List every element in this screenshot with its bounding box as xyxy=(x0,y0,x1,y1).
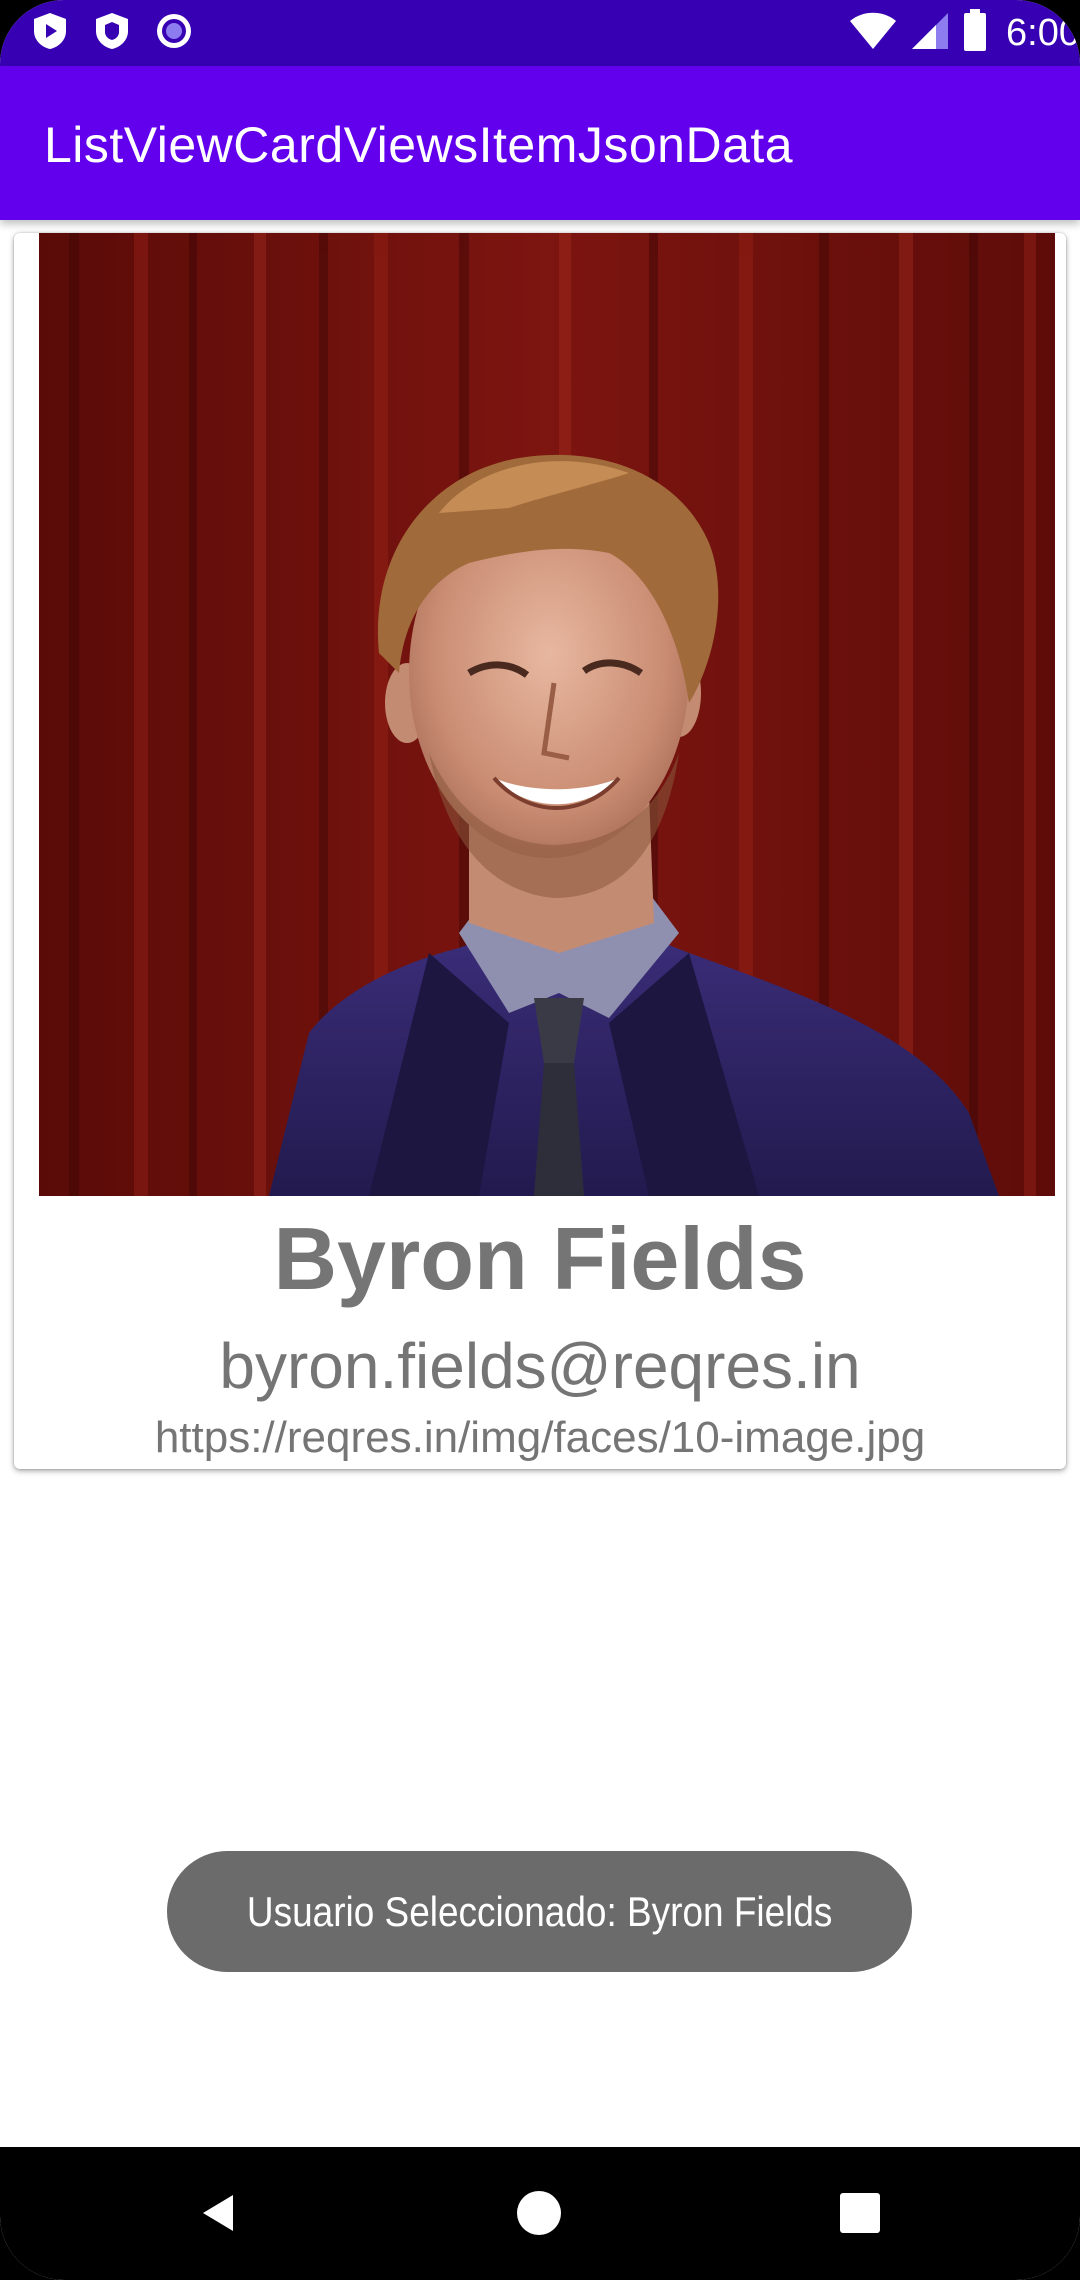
recents-icon[interactable] xyxy=(824,2177,896,2249)
circle-notification-icon xyxy=(154,11,194,56)
toast: Usuario Seleccionado: Byron Fields xyxy=(167,1851,912,1972)
back-icon[interactable] xyxy=(182,2177,254,2249)
app-title: ListViewCardViewsItemJsonData xyxy=(44,117,794,173)
app-bar: ListViewCardViewsItemJsonData xyxy=(0,66,1080,220)
status-bar: 6:00 xyxy=(0,0,1080,66)
phone-screen: 6:00 ListViewCardViewsItemJsonData Byron… xyxy=(0,0,1080,2280)
profile-photo xyxy=(39,233,1055,1196)
user-avatar-url: https://reqres.in/img/faces/10-image.jpg xyxy=(154,1413,926,1462)
navigation-bar xyxy=(0,2147,1080,2280)
toast-message: Usuario Seleccionado: Byron Fields xyxy=(246,1887,833,1935)
user-email: byron.fields@reqres.in xyxy=(219,1330,861,1402)
shield-icon xyxy=(92,11,132,56)
wifi-icon xyxy=(848,11,898,56)
home-icon[interactable] xyxy=(503,2177,575,2249)
user-card[interactable]: Byron Fields byron.fields@reqres.in http… xyxy=(14,233,1066,1469)
user-name: Byron Fields xyxy=(273,1209,807,1308)
status-left-icons xyxy=(30,12,194,54)
play-protect-icon xyxy=(30,11,70,56)
status-time: 6:00 xyxy=(1006,11,1080,54)
battery-icon xyxy=(962,8,988,58)
status-right-icons: 6:00 xyxy=(848,8,1080,58)
signal-icon xyxy=(910,11,950,56)
